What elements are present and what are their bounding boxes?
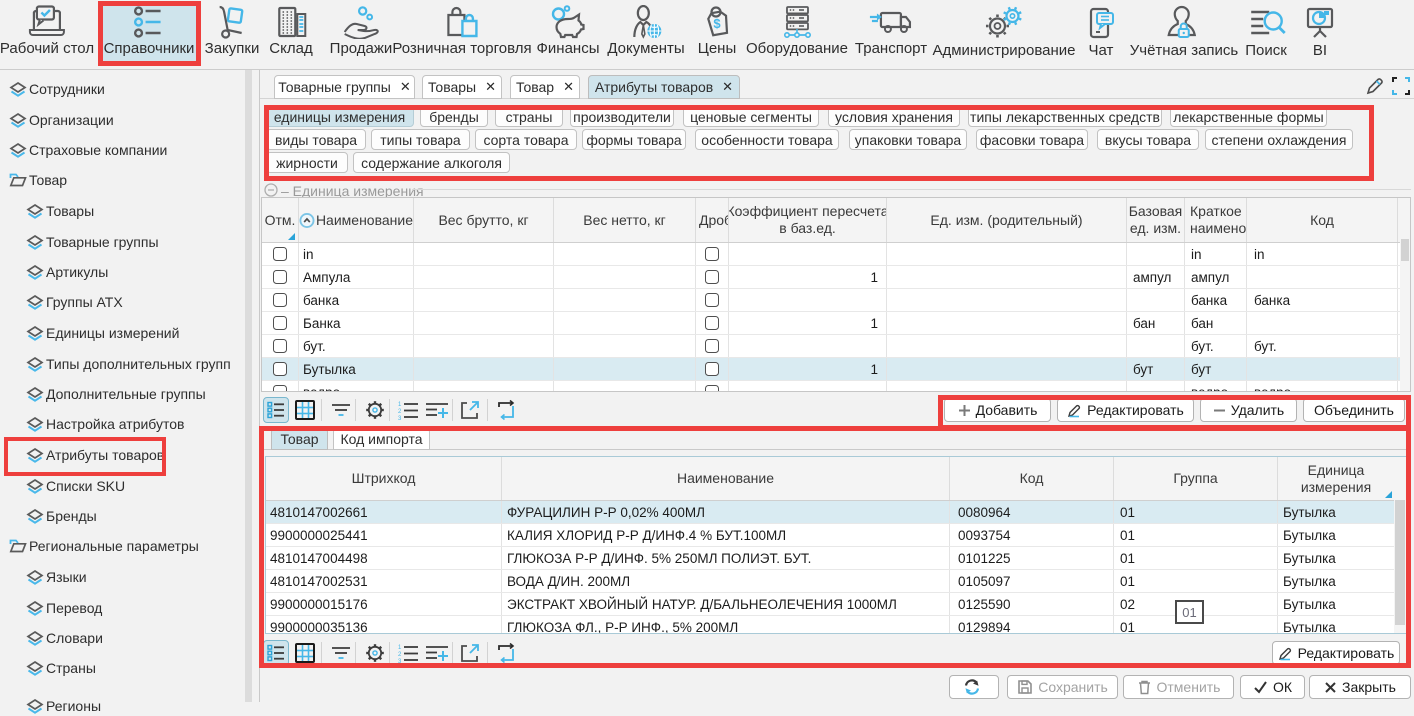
svg-text:1: 1 (398, 402, 402, 408)
svg-text:2: 2 (398, 409, 402, 415)
svg-text:3: 3 (398, 416, 402, 420)
svg-text:$: $ (713, 16, 721, 31)
